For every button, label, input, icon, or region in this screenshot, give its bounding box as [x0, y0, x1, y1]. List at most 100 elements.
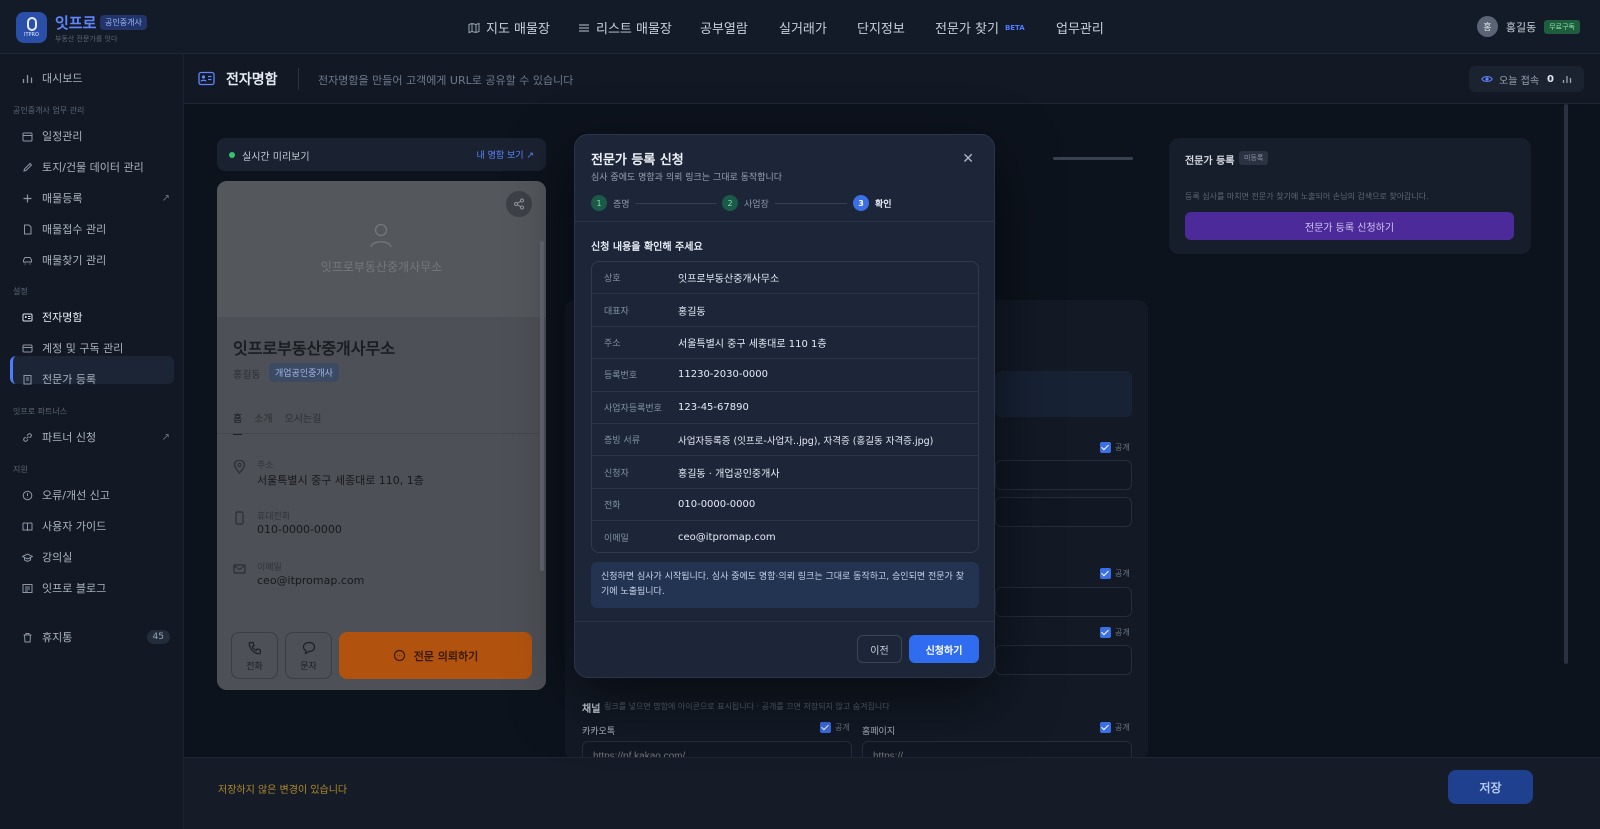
public-toggle[interactable]: 공개 — [1100, 627, 1130, 638]
sidebar-item-label: 휴지통 — [42, 631, 73, 644]
row-key: 이메일 — [604, 533, 629, 544]
close-icon[interactable]: ✕ — [962, 151, 974, 167]
sidebar-item-label: 사용자 가이드 — [42, 520, 107, 533]
text-field[interactable] — [995, 497, 1132, 527]
review-notice: 신청하면 심사가 시작됩니다. 심사 중에도 명함·의뢰 링크는 그대로 동작하… — [591, 562, 979, 608]
checkbox[interactable] — [1100, 722, 1111, 733]
tab-home[interactable]: 홈 — [233, 410, 243, 435]
row-value: 서울특별시 중구 세종대로 110 1층 — [678, 338, 827, 350]
nav-registry[interactable]: 공부열람 — [700, 18, 748, 37]
tab-intro[interactable]: 소개 — [254, 410, 272, 435]
sidebar-item-guide[interactable]: 사용자 가이드 — [22, 518, 170, 534]
step-progress-bar — [1053, 157, 1133, 160]
sidebar-item-register-listing[interactable]: 매물등록 ↗ — [22, 190, 170, 206]
checkbox[interactable] — [1100, 627, 1111, 638]
share-button[interactable] — [506, 191, 532, 217]
row-key: 증빙 서류 — [604, 436, 640, 447]
table-row: 사업자등록번호 123-45-67890 — [592, 392, 978, 424]
sidebar-item-report[interactable]: 오류/개선 신고 — [22, 487, 170, 503]
sidebar-item-schedule[interactable]: 일정관리 — [22, 128, 170, 144]
kakao-label: 카카오톡 — [582, 727, 616, 737]
call-button[interactable]: 전화 — [231, 632, 278, 679]
step-label: 증명 — [613, 199, 630, 210]
apply-expert-button[interactable]: 전문가 등록 신청하기 — [1185, 212, 1514, 240]
sidebar-item-classroom[interactable]: 강의실 — [22, 549, 170, 565]
nav-work-management[interactable]: 업무관리 — [1056, 18, 1104, 37]
tab-directions[interactable]: 오시는길 — [285, 410, 322, 435]
person-icon — [370, 223, 392, 248]
submit-button[interactable]: 신청하기 — [909, 635, 979, 663]
brand-name[interactable]: 잇프로 — [55, 12, 96, 33]
nav-real-price[interactable]: 실거래가 — [779, 18, 827, 37]
row-key: 전화 — [604, 500, 621, 511]
page-scrollbar[interactable] — [1564, 104, 1568, 664]
homepage-public-toggle[interactable]: 공개 — [1100, 722, 1130, 733]
checkbox[interactable] — [1100, 442, 1111, 453]
card-tabs: 홈 소개 오시는길 — [233, 410, 333, 435]
location-pin-icon — [233, 460, 246, 474]
sidebar-item-partner[interactable]: 파트너 신청 ↗ — [22, 429, 170, 445]
book-icon — [22, 522, 33, 531]
text-field[interactable] — [995, 645, 1132, 675]
message-icon — [302, 641, 315, 655]
text-field[interactable] — [995, 587, 1132, 617]
sidebar-item-account[interactable]: 계정 및 구독 관리 — [22, 340, 170, 356]
checkbox[interactable] — [1100, 568, 1111, 579]
today-visits[interactable]: 오늘 접속 0 — [1469, 66, 1584, 92]
preview-scrollbar[interactable] — [540, 241, 544, 571]
table-row: 전화 010-0000-0000 — [592, 489, 978, 522]
sidebar-item-dashboard[interactable]: 대시보드 — [22, 70, 170, 86]
sidebar-item-trash[interactable]: 휴지통 45 — [22, 629, 170, 645]
table-row: 이메일 ceo@itpromap.com — [592, 521, 978, 552]
share-icon — [514, 198, 524, 210]
step-number: 3 — [853, 195, 869, 211]
alert-circle-icon — [22, 490, 33, 500]
checkbox[interactable] — [820, 722, 831, 733]
app-logo[interactable]: ITPRO — [16, 12, 47, 43]
info-label: 주소 — [257, 461, 274, 471]
public-toggle[interactable]: 공개 — [1100, 568, 1130, 579]
user-menu[interactable]: 홍 홍길동 무료구독 — [1476, 16, 1580, 37]
homepage-label: 홈페이지 — [862, 727, 896, 737]
save-button[interactable]: 저장 — [1448, 770, 1533, 804]
nav-map-listings[interactable]: 지도 매물장 — [468, 18, 550, 37]
info-value: 서울특별시 중구 세종대로 110, 1층 — [257, 474, 424, 487]
nav-find-expert[interactable]: 전문가 찾기 BETA — [935, 18, 1025, 37]
sms-button[interactable]: 문자 — [285, 632, 332, 679]
sidebar-item-label: 전문가 등록 — [42, 373, 97, 386]
map-icon — [468, 22, 480, 33]
building-icon — [23, 374, 32, 384]
list-icon — [579, 23, 589, 32]
sidebar-item-label: 계정 및 구독 관리 — [42, 342, 124, 355]
sidebar-item-label: 매물등록 — [42, 192, 83, 205]
eye-icon — [1481, 76, 1493, 82]
nav-label: 리스트 매물장 — [596, 22, 672, 37]
row-key: 상호 — [604, 274, 621, 285]
table-row: 증빙 서류 사업자등록증 (잇프로-사업자..jpg), 자격증 (홍길동 자격증… — [592, 424, 978, 457]
request-consult-button[interactable]: 전문 의뢰하기 — [339, 632, 532, 679]
table-row: 대표자 홍길동 — [592, 294, 978, 327]
sidebar-item-label: 전자명함 — [42, 311, 83, 324]
nav-label: 지도 매물장 — [486, 22, 550, 37]
nav-complex-info[interactable]: 단지정보 — [857, 18, 905, 37]
live-dot — [229, 152, 235, 158]
view-my-card-link[interactable]: 내 명함 보기 ↗ — [476, 148, 534, 161]
public-toggle[interactable]: 공개 — [1100, 442, 1130, 453]
expert-apply-modal: 전문가 등록 신청 심사 중에도 명함과 의뢰 링크는 그대로 동작합니다 ✕ … — [574, 134, 995, 678]
kakao-public-toggle[interactable]: 공개 — [820, 722, 850, 733]
trash-count-badge: 45 — [146, 630, 170, 644]
edit-icon — [23, 162, 33, 172]
text-field[interactable] — [995, 460, 1132, 490]
sidebar-item-listing-intake[interactable]: 매물접수 관리 — [22, 221, 170, 237]
bar-chart-icon — [22, 74, 33, 83]
nav-list-listings[interactable]: 리스트 매물장 — [578, 18, 672, 37]
sidebar-item-blog[interactable]: 잇프로 블로그 — [22, 580, 170, 596]
sidebar-item-business-card[interactable]: 전자명함 — [22, 309, 170, 325]
sidebar-item-expert-register[interactable]: 전문가 등록 — [22, 371, 170, 387]
previous-button[interactable]: 이전 — [857, 635, 902, 663]
cta-label: 전문 의뢰하기 — [413, 649, 479, 663]
sidebar-item-land-data[interactable]: 토지/건물 데이터 관리 — [22, 159, 170, 175]
sidebar-item-listing-search[interactable]: 매물찾기 관리 — [22, 252, 170, 268]
page-title: 전자명함 — [226, 72, 278, 88]
summary-table: 상호 잇프로부동산중개사무소 대표자 홍길동 주소 서울특별시 중구 세종대로 110… — [591, 261, 979, 553]
